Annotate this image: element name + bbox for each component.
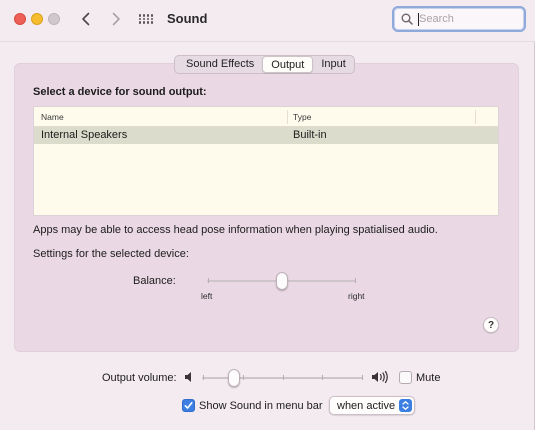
speaker-low-icon — [185, 372, 191, 382]
volume-tick — [322, 375, 323, 380]
volume-tick — [283, 375, 284, 380]
volume-knob[interactable] — [228, 369, 241, 387]
column-separator — [475, 110, 476, 124]
popup-selected-value: when active — [337, 400, 396, 412]
tab-sound-effects[interactable]: Sound Effects — [175, 56, 262, 73]
balance-tick — [355, 278, 356, 283]
search-icon — [401, 13, 413, 25]
popup-arrows-icon — [399, 399, 412, 412]
column-separator — [287, 110, 288, 124]
tab-output[interactable]: Output — [262, 56, 314, 73]
title-bar-divider — [0, 41, 535, 42]
volume-tick — [203, 375, 204, 380]
show-all-grid-icon[interactable] — [139, 12, 155, 26]
column-header-type[interactable]: Type — [293, 112, 311, 122]
show-in-menu-bar-checkbox[interactable] — [182, 399, 195, 412]
mute-label: Mute — [416, 372, 441, 384]
forward-button[interactable] — [106, 9, 126, 29]
title-bar: Sound — [0, 0, 535, 42]
volume-tick — [362, 375, 363, 380]
back-button[interactable] — [76, 9, 96, 29]
spatial-audio-info: Apps may be able to access head pose inf… — [33, 224, 438, 236]
output-volume-label: Output volume: — [102, 372, 177, 384]
speaker-high-icon — [372, 370, 388, 384]
balance-right-label: right — [348, 291, 365, 301]
sound-preferences-window: Sound Sound Effects Output Input Select … — [0, 0, 535, 430]
search-input[interactable] — [419, 11, 519, 27]
column-header-name[interactable]: Name — [41, 112, 64, 122]
chevron-right-icon — [112, 12, 120, 26]
balance-tick — [208, 278, 209, 283]
tab-bar: Sound Effects Output Input — [174, 55, 355, 74]
search-field[interactable] — [392, 6, 526, 32]
balance-label: Balance: — [133, 275, 176, 287]
zoom-button[interactable] — [48, 13, 60, 25]
minimize-button[interactable] — [31, 13, 43, 25]
chevron-left-icon — [82, 12, 90, 26]
table-header: Name Type — [34, 107, 498, 127]
close-button[interactable] — [14, 13, 26, 25]
mute-checkbox[interactable] — [399, 371, 412, 384]
section-title: Select a device for sound output: — [33, 86, 207, 98]
balance-knob[interactable] — [275, 272, 288, 290]
device-type: Built-in — [293, 129, 327, 141]
volume-tick — [243, 375, 244, 380]
device-name: Internal Speakers — [41, 129, 128, 141]
help-button[interactable]: ? — [483, 317, 499, 333]
table-row[interactable]: Internal Speakers Built-in — [34, 127, 498, 144]
show-in-menu-bar-label: Show Sound in menu bar — [199, 400, 323, 412]
tab-input[interactable]: Input — [313, 56, 353, 73]
balance-left-label: left — [201, 291, 213, 301]
checkmark-icon — [184, 402, 193, 409]
menu-bar-visibility-popup[interactable]: when active — [329, 396, 415, 415]
window-title: Sound — [167, 11, 208, 26]
output-device-table[interactable]: Name Type Internal Speakers Built-in — [33, 106, 499, 216]
settings-label: Settings for the selected device: — [33, 248, 189, 260]
